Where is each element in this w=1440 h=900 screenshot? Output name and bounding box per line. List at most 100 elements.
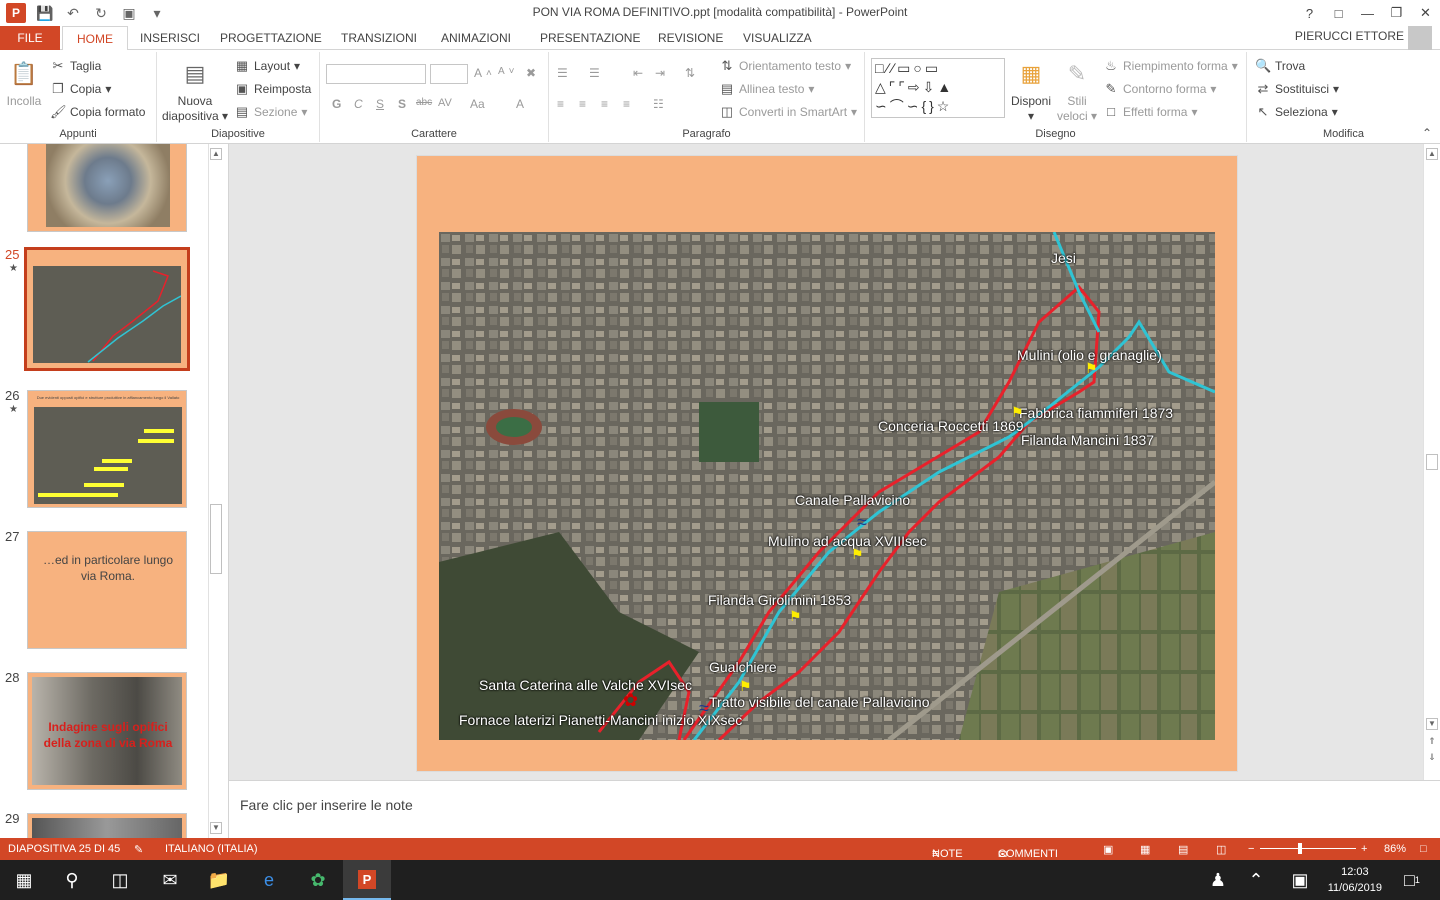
- increase-indent-icon[interactable]: ⇥: [655, 66, 665, 80]
- scroll-thumb[interactable]: [210, 504, 222, 574]
- scroll-down-icon[interactable]: ▼: [210, 822, 222, 834]
- copy-button[interactable]: ❐ Copia ▾: [50, 81, 111, 97]
- tab-revisione[interactable]: REVISIONE: [644, 26, 737, 50]
- chevron-up-icon[interactable]: ⌃: [1236, 860, 1276, 900]
- mail-icon[interactable]: ✉: [146, 860, 194, 900]
- numbering-icon[interactable]: ☰: [589, 66, 600, 80]
- zoom-level[interactable]: 86%: [1384, 843, 1406, 855]
- shape-effects-button[interactable]: □ Effetti forma ▾: [1103, 104, 1197, 120]
- zoom-out-icon[interactable]: −: [1248, 843, 1254, 855]
- notes-placeholder[interactable]: Fare clic per inserire le note: [240, 797, 413, 813]
- thumbnail-slide-28[interactable]: Indagine sugli opifici della zona di via…: [27, 672, 187, 790]
- people-icon[interactable]: ♟: [1196, 860, 1240, 900]
- scroll-down-icon[interactable]: ▼: [1426, 718, 1438, 730]
- tab-visualizza[interactable]: VISUALIZZA: [729, 26, 826, 50]
- grow-font-button[interactable]: A ˄: [474, 66, 492, 80]
- paste-icon[interactable]: 📋: [8, 58, 40, 90]
- align-text-button[interactable]: ▤ Allinea testo ▾: [719, 81, 815, 97]
- italic-button[interactable]: C: [354, 97, 363, 111]
- font-color-button[interactable]: A: [516, 97, 524, 111]
- language-indicator[interactable]: ITALIANO (ITALIA): [165, 843, 258, 855]
- align-right-icon[interactable]: ≡: [601, 97, 608, 111]
- underline-button[interactable]: S: [376, 97, 384, 111]
- arrange-button[interactable]: Disponi ▾: [1009, 94, 1053, 124]
- tab-transizioni[interactable]: TRANSIZIONI: [327, 26, 431, 50]
- tab-progettazione[interactable]: PROGETTAZIONE: [206, 26, 336, 50]
- select-button[interactable]: ↖ Seleziona ▾: [1255, 104, 1338, 120]
- thumbnail-slide-27[interactable]: …ed in particolare lungo via Roma.: [27, 531, 187, 649]
- align-left-icon[interactable]: ≡: [557, 97, 564, 111]
- clear-format-icon[interactable]: ✖: [526, 66, 536, 80]
- satellite-map-image[interactable]: Jesi Mulini (olio e granaglie) Fabbrica …: [439, 232, 1215, 740]
- shrink-font-button[interactable]: A ˅: [498, 66, 515, 77]
- quick-styles-icon[interactable]: ✎: [1061, 58, 1093, 90]
- new-slide-button[interactable]: Nuova diapositiva ▾: [159, 94, 231, 124]
- thumbnail-slide-29[interactable]: [27, 813, 187, 838]
- zoom-slider[interactable]: [1260, 848, 1356, 849]
- justify-icon[interactable]: ≡: [623, 97, 630, 111]
- new-slide-icon[interactable]: ▤: [179, 58, 211, 90]
- tab-inserisci[interactable]: INSERISCI: [126, 26, 214, 50]
- slide-scrollbar[interactable]: ▲ ▼ ⇑ ⇓: [1423, 144, 1440, 780]
- reset-button[interactable]: ▣ Reimposta: [234, 81, 312, 97]
- shadow-button[interactable]: S: [398, 97, 406, 111]
- section-button[interactable]: ▤ Sezione ▾: [234, 104, 308, 120]
- columns-icon[interactable]: ☷: [653, 97, 664, 111]
- font-name-input[interactable]: [326, 64, 426, 84]
- layout-button[interactable]: ▦ Layout ▾: [234, 58, 300, 74]
- avatar[interactable]: [1408, 26, 1432, 50]
- edge-browser-icon[interactable]: e: [245, 860, 293, 900]
- replace-button[interactable]: ⇄ Sostituisci ▾: [1255, 81, 1340, 97]
- collapse-ribbon-icon[interactable]: ⌃: [1422, 126, 1432, 140]
- normal-view-icon[interactable]: ▣: [1103, 843, 1113, 856]
- maximize-icon[interactable]: ❐: [1382, 0, 1411, 26]
- arrange-icon[interactable]: ▦: [1015, 58, 1047, 90]
- minimize-icon[interactable]: —: [1353, 0, 1382, 26]
- powerpoint-taskbar-icon[interactable]: P: [343, 860, 391, 900]
- scroll-up-icon[interactable]: ▲: [210, 148, 222, 160]
- close-icon[interactable]: ✕: [1411, 0, 1440, 26]
- user-name[interactable]: PIERUCCI ETTORE: [1295, 29, 1404, 43]
- system-clock[interactable]: 12:03 11/06/2019: [1328, 864, 1382, 896]
- thumbnail-slide-24[interactable]: [27, 144, 187, 232]
- find-button[interactable]: 🔍 Trova: [1255, 58, 1305, 74]
- tab-file[interactable]: FILE: [0, 26, 60, 50]
- bullets-icon[interactable]: ☰: [557, 66, 568, 80]
- app-icon[interactable]: ✿: [294, 860, 342, 900]
- scroll-up-icon[interactable]: ▲: [1426, 148, 1438, 160]
- shape-fill-button[interactable]: ♨ Riempimento forma ▾: [1103, 58, 1238, 74]
- reading-view-icon[interactable]: ▤: [1178, 843, 1188, 856]
- cut-button[interactable]: ✂ Taglia: [50, 58, 102, 74]
- thumbnail-slide-25[interactable]: [24, 247, 190, 371]
- windows-start-icon[interactable]: ▦: [0, 860, 48, 900]
- strikethrough-button[interactable]: abc: [416, 97, 432, 108]
- zoom-slider-thumb[interactable]: [1298, 843, 1302, 854]
- tab-home[interactable]: HOME: [62, 26, 128, 51]
- bold-button[interactable]: G: [332, 97, 341, 111]
- tab-animazioni[interactable]: ANIMAZIONI: [427, 26, 525, 50]
- tab-presentazione[interactable]: PRESENTAZIONE: [526, 26, 654, 50]
- text-direction-button[interactable]: ⇅ Orientamento testo ▾: [719, 58, 852, 74]
- file-explorer-icon[interactable]: 📁: [195, 860, 243, 900]
- search-icon[interactable]: ⚲: [48, 860, 96, 900]
- slideshow-view-icon[interactable]: ◫: [1216, 843, 1226, 856]
- quick-styles-button[interactable]: Stili veloci ▾: [1055, 94, 1099, 124]
- format-painter-button[interactable]: 🖌 Copia formato: [50, 104, 145, 120]
- network-icon[interactable]: ▣: [1280, 860, 1320, 900]
- notes-pane[interactable]: Fare clic per inserire le note: [229, 780, 1440, 838]
- thumbnails-scrollbar[interactable]: ▲ ▼: [208, 144, 222, 838]
- notifications-icon[interactable]: □ 1: [1392, 860, 1432, 900]
- previous-slide-icon[interactable]: ⇑: [1426, 736, 1438, 748]
- paste-button[interactable]: Incolla: [2, 94, 46, 109]
- slide-counter[interactable]: DIAPOSITIVA 25 DI 45: [8, 843, 120, 855]
- ribbon-display-options-icon[interactable]: □: [1324, 0, 1353, 26]
- shapes-gallery[interactable]: □∕∕▭○▭ △⌜⌜⇨⇩▲ ∽⌒∽{}☆: [871, 58, 1005, 118]
- scroll-thumb[interactable]: [1426, 454, 1438, 470]
- zoom-in-icon[interactable]: +: [1361, 843, 1367, 855]
- fit-to-window-icon[interactable]: □: [1420, 843, 1427, 855]
- slide-sorter-icon[interactable]: ▦: [1140, 843, 1150, 856]
- smartart-button[interactable]: ◫ Converti in SmartArt ▾: [719, 104, 857, 120]
- align-center-icon[interactable]: ≡: [579, 97, 586, 111]
- font-size-input[interactable]: [430, 64, 468, 84]
- char-spacing-button[interactable]: AV: [438, 97, 452, 109]
